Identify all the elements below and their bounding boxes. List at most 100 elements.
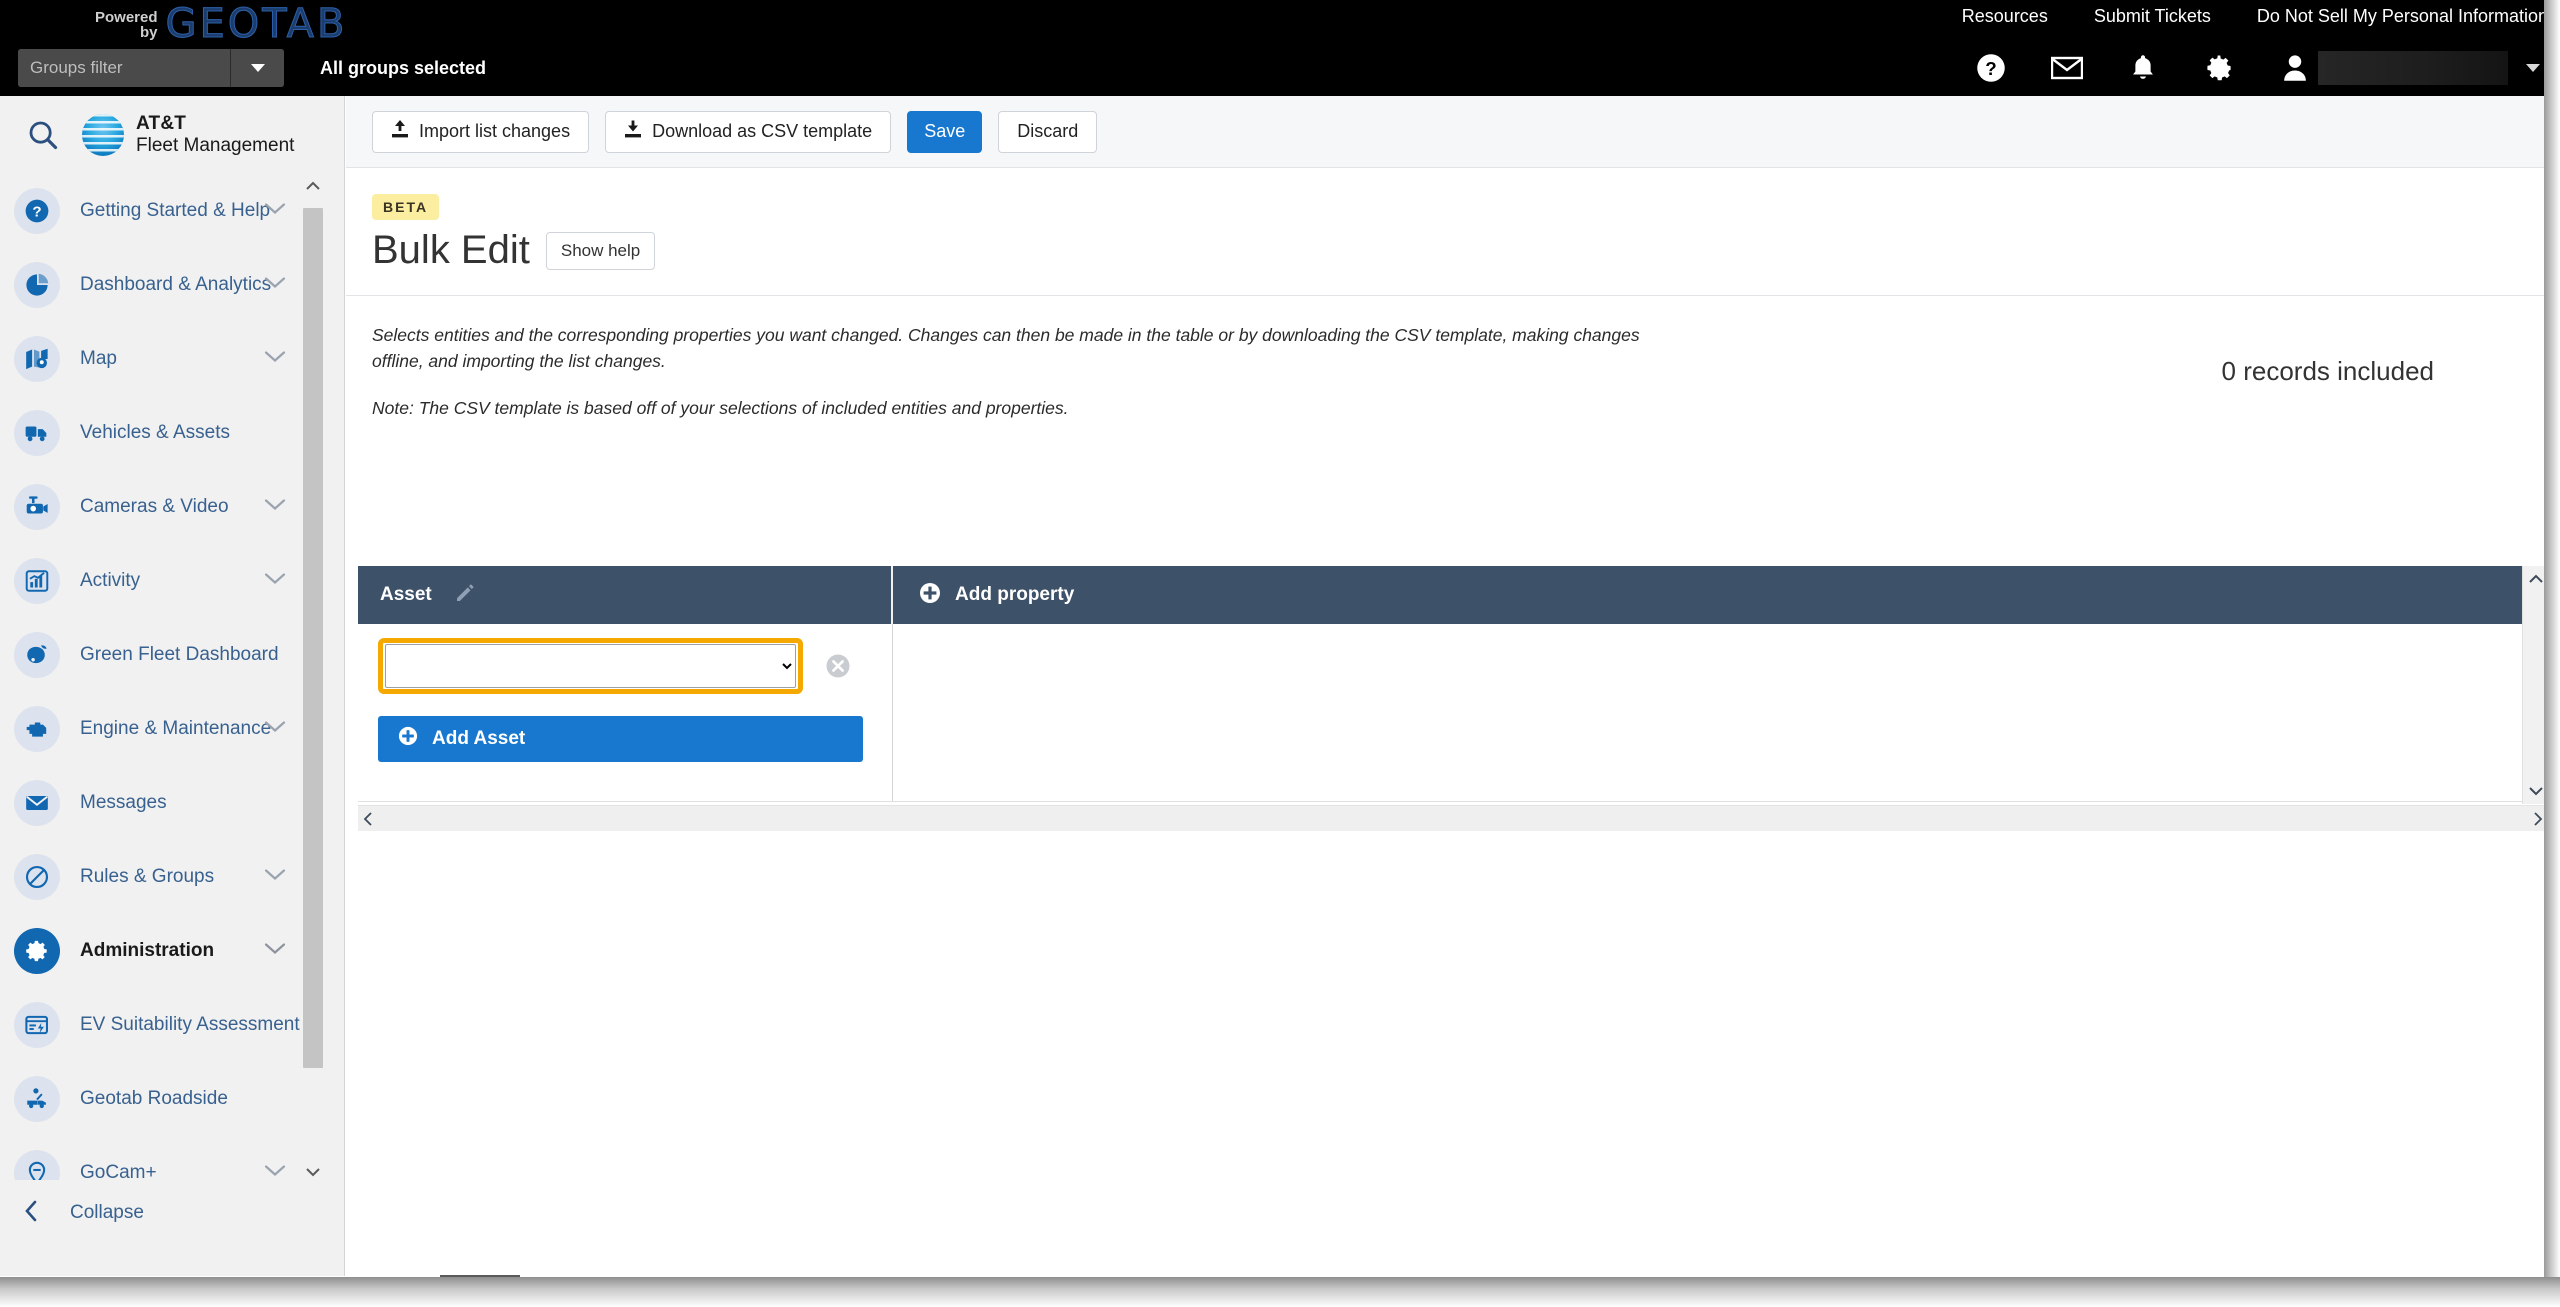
sidebar-item-activity[interactable]: Activity xyxy=(0,544,344,618)
groups-filter[interactable] xyxy=(18,49,284,87)
chevron-down-icon[interactable] xyxy=(264,572,286,591)
chevron-down-icon[interactable] xyxy=(264,350,286,369)
asset-select-focus-ring xyxy=(378,638,803,694)
sidebar-collapse-button[interactable]: Collapse xyxy=(0,1180,344,1246)
description-area: Selects entities and the corresponding p… xyxy=(346,296,2560,441)
groups-filter-dropdown-button[interactable] xyxy=(230,49,284,87)
sidebar-item-label: Engine & Maintenance xyxy=(80,718,272,739)
sidebar-item-green-fleet-dashboard[interactable]: Green Fleet Dashboard xyxy=(0,618,344,692)
download-icon xyxy=(624,119,642,144)
sidebar-scroll-thumb[interactable] xyxy=(303,208,323,1068)
asset-column-cell: Add Asset xyxy=(358,624,893,801)
show-help-button[interactable]: Show help xyxy=(545,231,656,270)
sidebar-item-label: Activity xyxy=(80,570,141,591)
sidebar-item-label: Green Fleet Dashboard xyxy=(80,644,279,665)
sidebar-item-cameras-video[interactable]: Cameras & Video xyxy=(0,470,344,544)
asset-column-header: Asset xyxy=(358,566,893,624)
upload-icon xyxy=(391,119,409,144)
remove-circle-icon[interactable] xyxy=(825,653,851,679)
help-icon[interactable]: ? xyxy=(1974,51,2008,85)
brand-text: AT&T Fleet Management xyxy=(136,113,294,157)
pencil-icon[interactable] xyxy=(454,582,476,609)
scroll-right-icon[interactable] xyxy=(2532,811,2544,827)
sidebar-item-ev-suitability-assessment[interactable]: EV Suitability Assessment xyxy=(0,988,344,1062)
question-circle-icon: ? xyxy=(14,188,60,234)
powered-line2: by xyxy=(140,24,158,41)
sidebar-item-geotab-roadside[interactable]: Geotab Roadside xyxy=(0,1062,344,1136)
sidebar-item-label: EV Suitability Assessment xyxy=(80,1014,300,1035)
tow-truck-icon xyxy=(14,1076,60,1122)
table-horizontal-scrollbar[interactable] xyxy=(358,805,2548,831)
sidebar-item-label: Getting Started & Help xyxy=(80,200,271,221)
location-pin-icon xyxy=(14,1150,60,1184)
leaf-icon xyxy=(14,632,60,678)
submit-tickets-link[interactable]: Submit Tickets xyxy=(2094,6,2211,27)
sidebar-item-dashboard-analytics[interactable]: Dashboard & Analytics xyxy=(0,248,344,322)
chevron-down-icon[interactable] xyxy=(264,498,286,517)
beta-badge: BETA xyxy=(372,194,440,220)
discard-button[interactable]: Discard xyxy=(998,110,1098,153)
user-name-field xyxy=(2318,51,2508,85)
download-csv-template-label: Download as CSV template xyxy=(652,121,873,141)
map-pin-icon xyxy=(14,336,60,382)
bulk-edit-table: Asset Add property Add Asset xyxy=(358,566,2548,831)
sidebar-item-engine-maintenance[interactable]: Engine & Maintenance xyxy=(0,692,344,766)
chevron-down-icon xyxy=(250,64,265,72)
header-icon-group: ? xyxy=(1974,40,2540,96)
add-asset-label: Add Asset xyxy=(432,728,526,749)
sidebar-item-label: Dashboard & Analytics xyxy=(80,274,272,295)
sidebar-item-label: Administration xyxy=(80,940,215,961)
sidebar-item-label: Cameras & Video xyxy=(80,496,229,517)
sidebar-item-vehicles-assets[interactable]: Vehicles & Assets xyxy=(0,396,344,470)
do-not-sell-link[interactable]: Do Not Sell My Personal Information xyxy=(2257,6,2548,27)
save-button[interactable]: Save xyxy=(907,110,983,153)
sidebar-item-map[interactable]: Map xyxy=(0,322,344,396)
left-sidebar: AT&T Fleet Management ? Getting Started … xyxy=(0,96,345,1276)
mail-icon[interactable] xyxy=(2050,51,2084,85)
window-right-edge xyxy=(2544,0,2560,1307)
add-property-button[interactable]: Add property xyxy=(893,566,2548,624)
search-icon[interactable] xyxy=(14,119,72,151)
download-csv-template-button[interactable]: Download as CSV template xyxy=(605,110,892,153)
scroll-up-icon[interactable] xyxy=(302,174,324,198)
chevron-down-icon[interactable] xyxy=(264,868,286,887)
user-icon[interactable] xyxy=(2278,51,2312,85)
top-links: Resources Submit Tickets Do Not Sell My … xyxy=(1962,6,2548,27)
gear-icon[interactable] xyxy=(2202,51,2236,85)
chevron-down-icon[interactable] xyxy=(264,202,286,221)
sidebar-item-rules-groups[interactable]: Rules & Groups xyxy=(0,840,344,914)
bell-icon[interactable] xyxy=(2126,51,2160,85)
window-bottom-edge xyxy=(0,1277,2560,1307)
properties-column-cell xyxy=(893,624,2548,801)
chevron-down-icon[interactable] xyxy=(264,720,286,739)
svg-text:?: ? xyxy=(1985,58,1996,79)
sidebar-item-administration[interactable]: Administration xyxy=(0,914,344,988)
import-list-changes-label: Import list changes xyxy=(419,121,571,141)
add-asset-button[interactable]: Add Asset xyxy=(378,716,863,762)
svg-text:?: ? xyxy=(32,203,41,220)
bar-chart-icon xyxy=(14,558,60,604)
all-groups-selected-label: All groups selected xyxy=(320,57,487,78)
chevron-down-icon[interactable] xyxy=(264,942,286,961)
chevron-down-icon[interactable] xyxy=(264,276,286,295)
top-black-bar: Powered by GEOTAB Resources Submit Ticke… xyxy=(0,0,2560,96)
bulk-edit-toolbar: Import list changes Download as CSV temp… xyxy=(346,96,2560,168)
records-included-count: 0 records included xyxy=(2221,356,2434,386)
powered-line1: Powered xyxy=(95,9,158,26)
sidebar-scrollbar[interactable] xyxy=(302,174,324,1184)
page-header: BETA Bulk Edit Show help xyxy=(346,168,2560,296)
engine-icon xyxy=(14,706,60,752)
sidebar-item-messages[interactable]: Messages xyxy=(0,766,344,840)
groups-filter-input[interactable] xyxy=(18,49,230,87)
import-list-changes-button[interactable]: Import list changes xyxy=(372,110,590,153)
asset-select-row xyxy=(378,638,892,694)
asset-select[interactable] xyxy=(385,644,796,688)
table-header-row: Asset Add property xyxy=(358,566,2548,624)
sidebar-item-getting-started[interactable]: ? Getting Started & Help xyxy=(0,174,344,248)
sidebar-item-label: Rules & Groups xyxy=(80,866,215,887)
scroll-left-icon[interactable] xyxy=(362,811,374,827)
resources-link[interactable]: Resources xyxy=(1962,6,2048,27)
chevron-down-icon[interactable] xyxy=(2526,64,2540,72)
user-menu[interactable] xyxy=(2278,51,2540,85)
sidebar-item-gocam-plus[interactable]: GoCam+ xyxy=(0,1136,344,1184)
